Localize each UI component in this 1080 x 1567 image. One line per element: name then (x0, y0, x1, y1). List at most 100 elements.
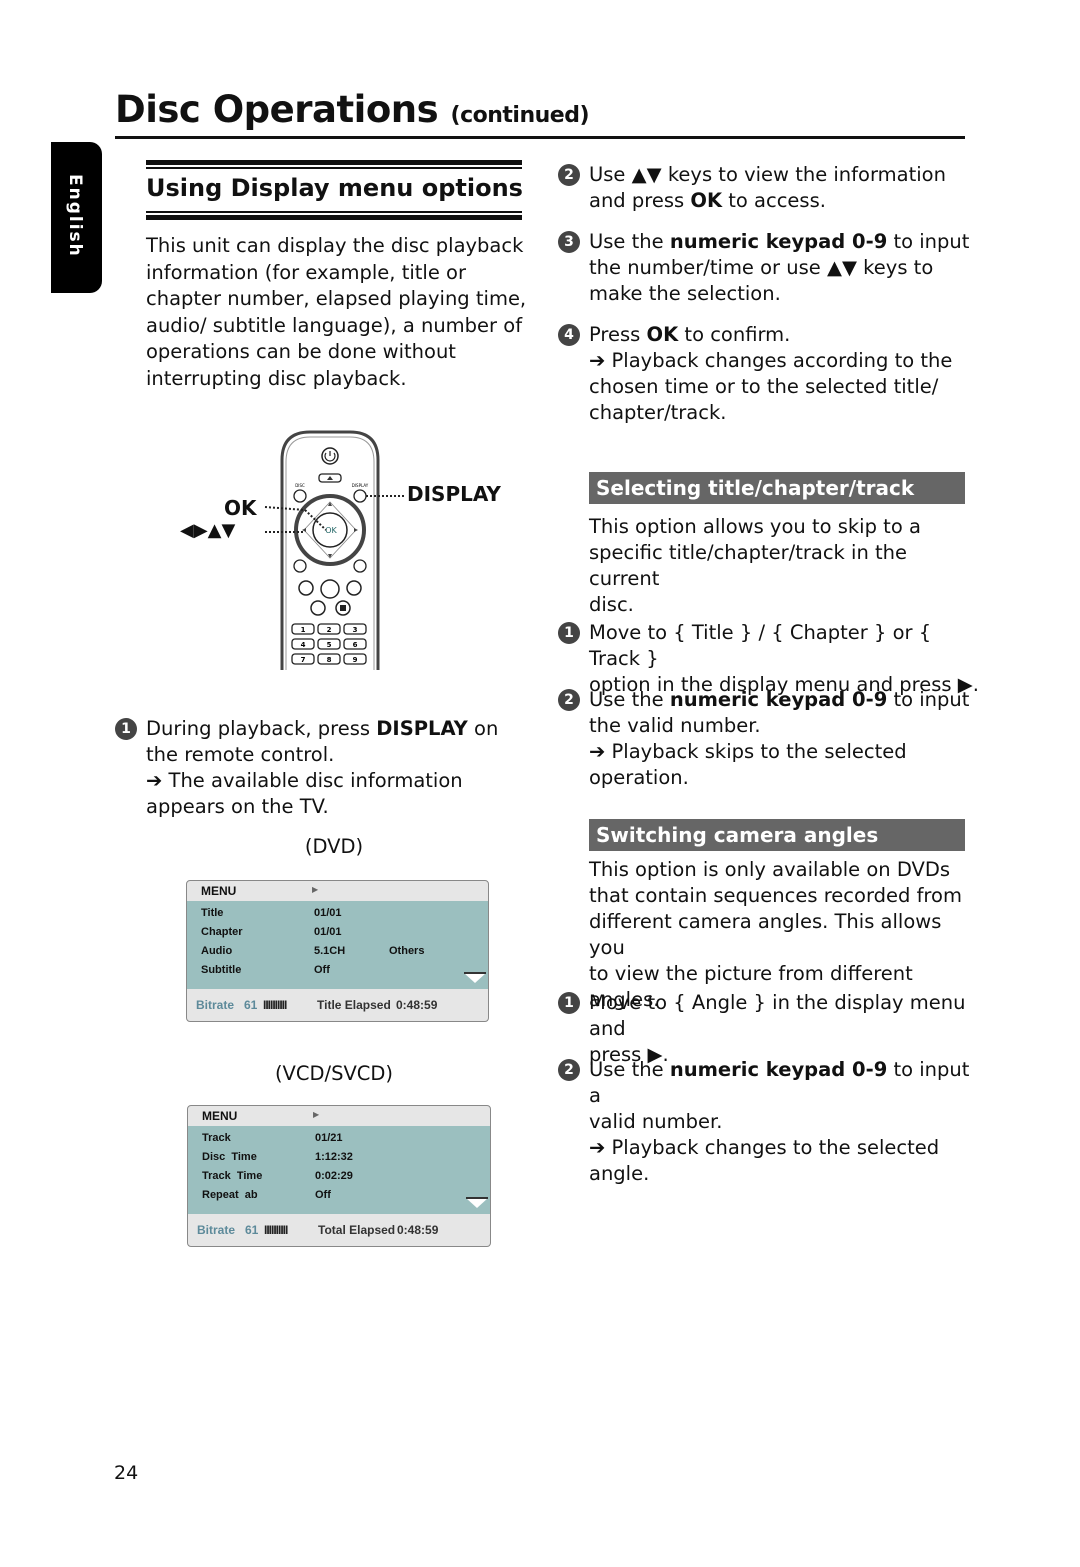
step-text: Move to { Title } / { Chapter } or { Tra… (589, 621, 932, 670)
step-number: 1 (558, 622, 580, 644)
angles-step-2: 2 Use the numeric keypad 0-9 to input a … (558, 1057, 979, 1187)
keypad-key-label: 1 (301, 626, 306, 634)
step-result: ➔ The available disc information appears… (146, 769, 463, 818)
step-key: numeric keypad 0-9 (669, 688, 888, 711)
osd-play-icon: ▶ (312, 885, 319, 894)
setup-button (353, 559, 367, 573)
page-title-text: Disc Operations (115, 88, 439, 131)
step-confirm: 4 Press OK to confirm. ➔ Playback change… (558, 322, 979, 426)
osd-menu-title: MENU (201, 884, 237, 898)
keypad-key-label: 6 (353, 641, 358, 649)
bitrate-bars: IIIIIIIIII (264, 1223, 288, 1237)
dvd-caption: (DVD) (304, 835, 364, 858)
keypad-key-label: 9 (353, 656, 358, 664)
section-rule-top (146, 160, 522, 165)
intro-line: specific title/chapter/track in the curr… (589, 541, 908, 590)
osd-row-label[interactable]: Audio (201, 945, 232, 957)
osd-row-label[interactable]: Title (201, 907, 223, 919)
step-result: chapter/track. (589, 401, 727, 424)
elapsed-value: 0:48:59 (397, 1223, 439, 1237)
step-text: the number/time or use ▲▼ keys to (589, 256, 934, 279)
keypad-key-label: 5 (327, 641, 332, 649)
remote-display-label: DISPLAY (407, 482, 501, 506)
step-key: numeric keypad 0-9 (669, 1058, 888, 1081)
intro-line: that contain sequences recorded from (589, 884, 962, 907)
step-result: operation. (589, 766, 689, 789)
selecting-heading: Selecting title/chapter/track (589, 472, 965, 504)
osd-play-icon: ▶ (313, 1110, 320, 1119)
osd-row-label[interactable]: Chapter (201, 926, 243, 938)
disc-label: DISC (295, 483, 305, 488)
step-display: 1 During playback, press DISPLAY on the … (115, 716, 536, 820)
osd-menu-title: MENU (202, 1109, 238, 1123)
intro-line: different camera angles. This allows you (589, 910, 942, 959)
page-title: Disc Operations (continued) (115, 88, 590, 131)
step-number: 1 (558, 992, 580, 1014)
intro-line: This option is only available on DVDs (589, 858, 951, 881)
next-button (346, 580, 362, 596)
selecting-step-2: 2 Use the numeric keypad 0-9 to input th… (558, 687, 979, 791)
prev-button (298, 580, 314, 596)
step-navigate: 2 Use ▲▼ keys to view the information an… (558, 162, 979, 214)
bitrate-bars: IIIIIIIIII (263, 998, 287, 1012)
step-number: 2 (558, 164, 580, 186)
osd-row-label[interactable]: Subtitle (201, 964, 241, 976)
disc-menu-button (293, 489, 307, 503)
section-intro: This unit can display the disc playback … (146, 234, 527, 390)
return-title-button (293, 559, 307, 573)
osd-row-label[interactable]: Disc Time (202, 1151, 257, 1163)
step-result: ➔ Playback skips to the selected (589, 740, 907, 763)
step-number: 3 (558, 231, 580, 253)
step-text: Press (589, 323, 647, 346)
bitrate-value: 61 (244, 998, 258, 1012)
selecting-intro: This option allows you to skip to a spec… (589, 514, 979, 618)
step-text: Use the (589, 230, 670, 253)
step-number: 2 (558, 1059, 580, 1081)
step-number: 4 (558, 324, 580, 346)
title-rule (115, 136, 965, 139)
intro-line: disc. (589, 593, 634, 616)
display-small-label: DISPLAY (352, 483, 369, 488)
page-number: 24 (114, 1462, 139, 1484)
step-text: and press (589, 189, 691, 212)
step-text: Use the (589, 688, 670, 711)
step-text: During playback, press (146, 717, 377, 740)
step-result: ➔ Playback changes to the selected (589, 1136, 940, 1159)
osd-row-label[interactable]: Track (202, 1132, 231, 1144)
osd-footer: Bitrate 61 IIIIIIIIII Total Elapsed 0:48… (188, 1214, 490, 1244)
osd-row-value: 0:02:29 (315, 1170, 353, 1182)
step-text: valid number. (589, 1110, 723, 1133)
language-tab: English (51, 142, 102, 293)
osd-row-label[interactable]: Repeat ab (202, 1189, 258, 1201)
step-key: numeric keypad 0-9 (669, 230, 888, 253)
scroll-down-icon[interactable] (466, 1197, 488, 1208)
step-result: ➔ Playback changes according to the (589, 349, 953, 372)
osd-row-value: 1:12:32 (315, 1151, 353, 1163)
osd-footer: Bitrate 61 IIIIIIIIII Title Elapsed 0:48… (187, 989, 488, 1019)
page-title-suffix: (continued) (450, 103, 590, 128)
osd-rows: Track 01/21 Disc Time 1:12:32 Track Time… (188, 1126, 490, 1214)
osd-row-value: 01/01 (314, 926, 342, 938)
ok-small-label: OK (325, 526, 337, 535)
bitrate-label: Bitrate (197, 1223, 236, 1237)
step-key: OK (690, 189, 723, 212)
step-text: make the selection. (589, 282, 781, 305)
osd-row-label[interactable]: Track Time (202, 1170, 262, 1182)
elapsed-label: Total Elapsed (318, 1223, 396, 1237)
osd-row-extra: Others (389, 945, 425, 957)
osd-row-value: Off (315, 1189, 331, 1201)
remote-arrows-label: ◀▶▲▼ (180, 520, 236, 541)
vcd-caption: (VCD/SVCD) (274, 1062, 394, 1085)
step-number: 2 (558, 689, 580, 711)
step-text: Use the (589, 1058, 670, 1081)
section-rule-bottom (146, 215, 522, 220)
step-text: to input (887, 230, 970, 253)
play-pause-button (320, 579, 340, 599)
step-number: 1 (115, 718, 137, 740)
bitrate-value: 61 (245, 1223, 259, 1237)
keypad-key-label: 3 (353, 626, 358, 634)
osd-row-value: Off (314, 964, 330, 976)
step-text: to access. (722, 189, 826, 212)
remote-illustration: DISC DISPLAY OK 1 2 3 4 5 6 7 8 9 OK ◀▶▲▼ DISPLA… (180, 430, 510, 670)
scroll-down-icon[interactable] (464, 972, 486, 983)
